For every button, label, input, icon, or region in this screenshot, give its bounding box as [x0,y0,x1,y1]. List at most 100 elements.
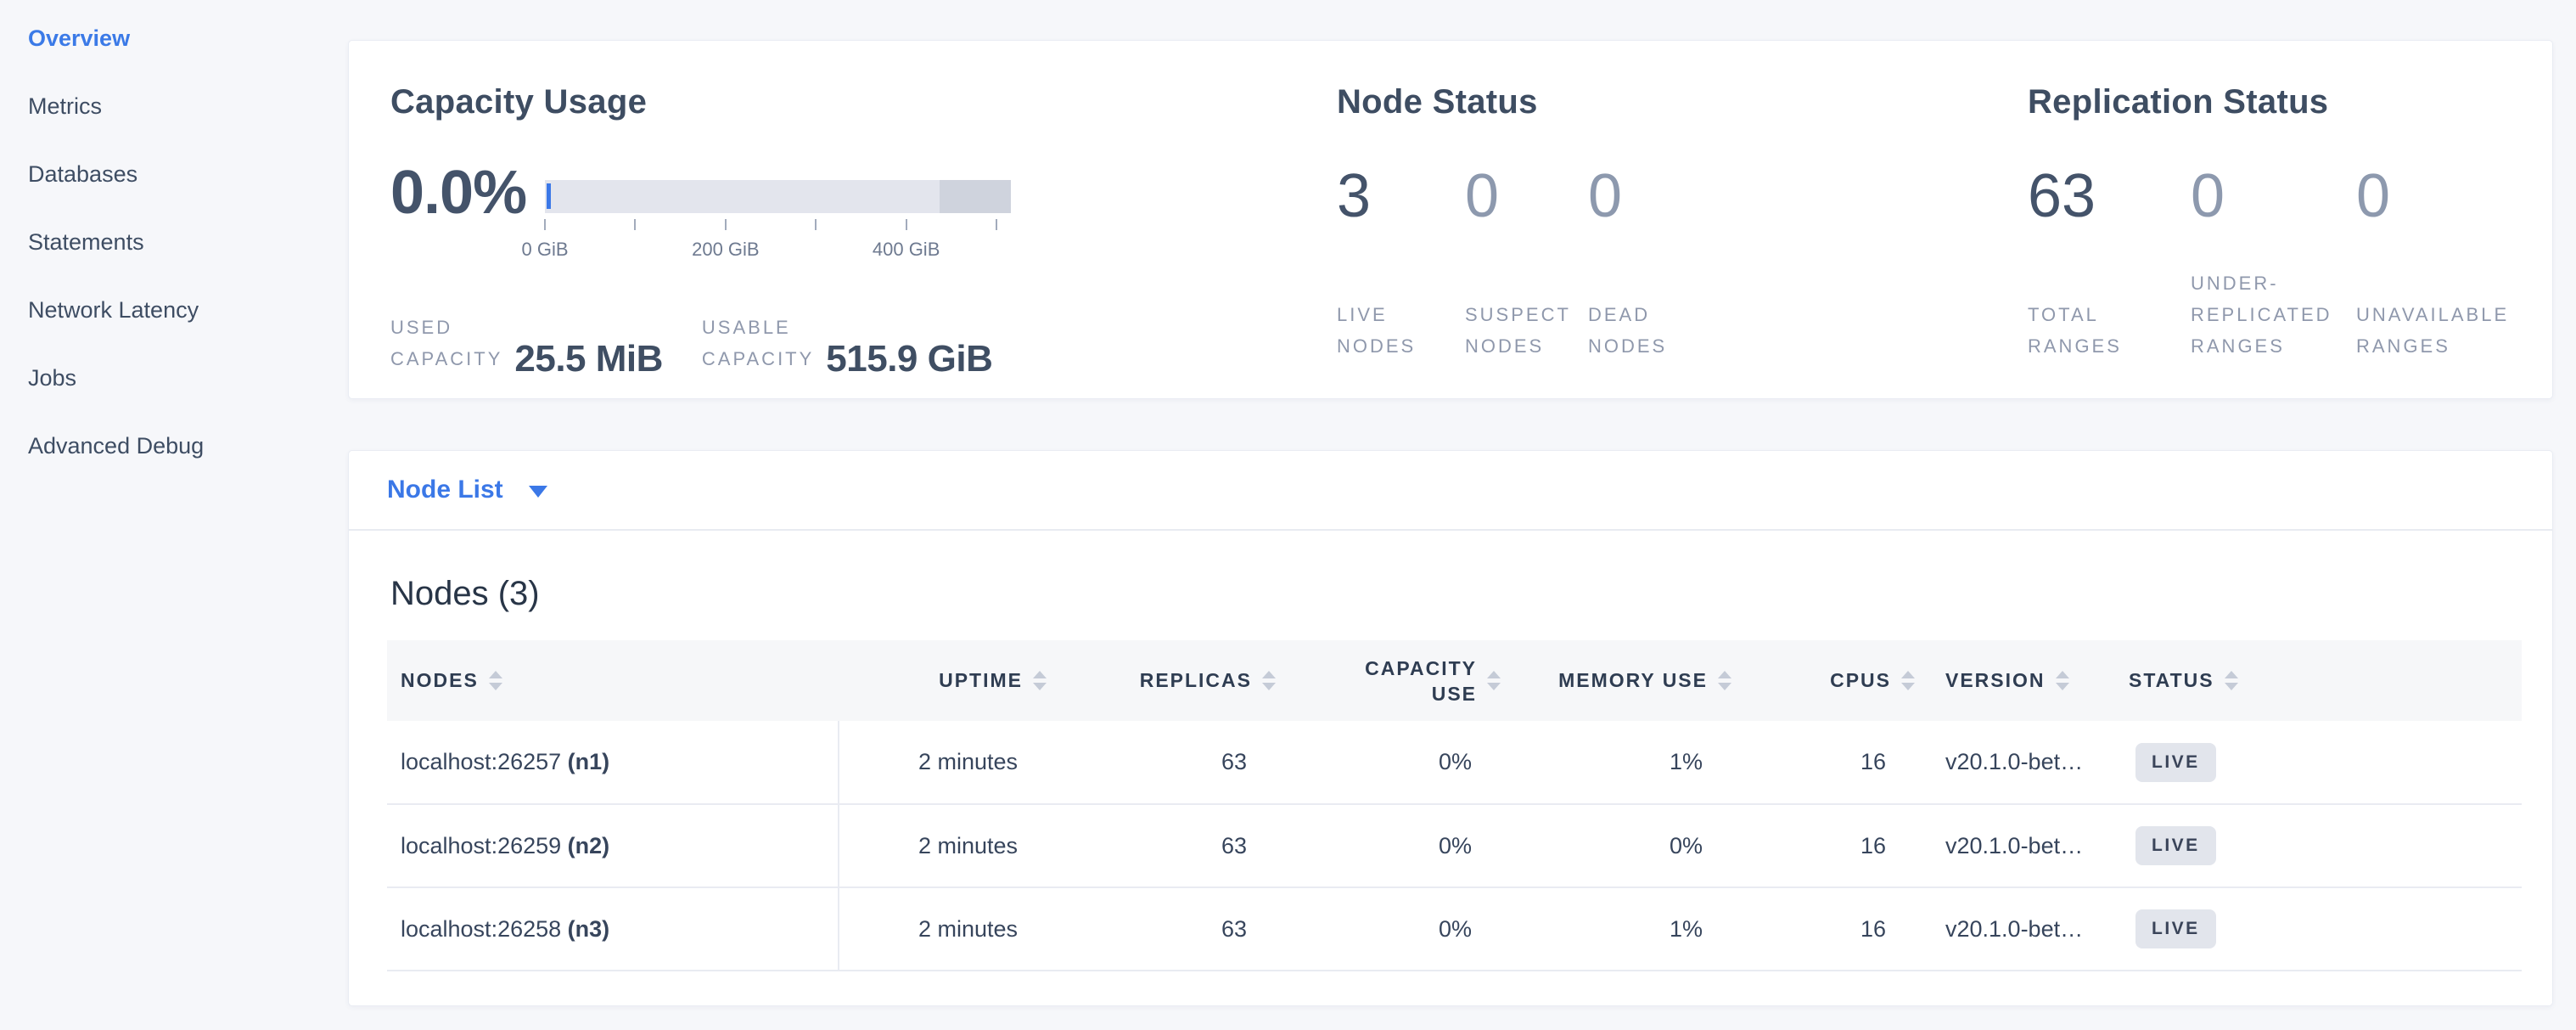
sidebar-item-databases[interactable]: Databases [0,140,346,208]
stat-label-line: RANGES [2191,330,2356,362]
stat-label-line: RANGES [2028,330,2191,362]
node-list-dropdown-label: Node List [387,476,503,504]
status-cell: LIVE [2102,804,2522,887]
capacity-use-cell: 0% [1274,721,1520,804]
stat-label-line: LIVE [1337,299,1465,330]
column-header-label: CAPACITY USE [1350,656,1477,706]
node-cell: localhost:26258 (n3) [387,887,839,971]
table-row[interactable]: localhost:26259 (n2) 2 minutes 63 0% 0% … [387,804,2522,887]
version-cell: v20.1.0-bet… [1915,887,2102,971]
capacity-used-tick [547,183,551,209]
nodes-table: NODES UPTIME REPLICAS CAPACITY USE MEMOR… [387,640,2522,971]
capacity-gauge: 0 GiB 200 GiB 400 GiB [545,180,1011,264]
sidebar-item-network-latency[interactable]: Network Latency [0,276,346,344]
cluster-summary-card: Capacity Usage 0.0% 0 GiB 200 GiB 400 Gi… [348,40,2553,399]
live-nodes-label: LIVE NODES [1337,299,1465,362]
column-header-label: CPUS [1830,669,1891,692]
sort-icon[interactable] [1262,671,1276,690]
sort-icon[interactable] [1487,671,1501,690]
version-cell: v20.1.0-bet… [1915,721,2102,804]
nodes-section-title: Nodes (3) [390,575,540,613]
suspect-nodes-stat: 0 SUSPECT NODES [1465,166,1588,362]
column-header-cpus[interactable]: CPUS [1732,640,1915,721]
cpus-cell: 16 [1732,721,1915,804]
memory-use-cell: 1% [1520,721,1732,804]
node-id: (n3) [568,916,610,942]
node-link[interactable]: localhost:26257 [401,749,561,774]
status-badge: LIVE [2135,743,2216,782]
used-capacity-label-line: CAPACITY [390,343,502,374]
table-row[interactable]: localhost:26257 (n1) 2 minutes 63 0% 1% … [387,721,2522,804]
sort-icon[interactable] [1718,671,1731,690]
capacity-use-cell: 0% [1274,804,1520,887]
dead-nodes-label: DEAD NODES [1588,299,1732,362]
column-header-label: NODES [401,669,479,692]
stat-label-line: UNDER- [2191,267,2356,299]
sidebar: Overview Metrics Databases Statements Ne… [0,4,346,480]
version-cell: v20.1.0-bet… [1915,804,2102,887]
total-ranges-label: TOTAL RANGES [2028,299,2191,362]
uptime-cell: 2 minutes [839,804,1058,887]
stat-label-line: NODES [1465,330,1588,362]
capacity-metrics-row: USED CAPACITY 25.5 MiB USABLE CAPACITY 5… [390,312,992,374]
sort-icon[interactable] [1033,671,1047,690]
memory-use-cell: 1% [1520,887,1732,971]
node-id: (n2) [568,833,610,858]
total-ranges-count: 63 [2028,166,2191,226]
chevron-down-icon [529,486,547,498]
column-header-uptime[interactable]: UPTIME [839,640,1058,721]
replicas-cell: 63 [1058,804,1274,887]
node-link[interactable]: localhost:26258 [401,916,561,942]
status-cell: LIVE [2102,887,2522,971]
cockroachdb-admin-overview-page: { "colors": { "accent_blue": "#3b78e7", … [0,0,2576,1030]
column-header-status[interactable]: STATUS [2102,640,2522,721]
sidebar-item-metrics[interactable]: Metrics [0,72,346,140]
live-nodes-count: 3 [1337,166,1465,226]
column-header-capacity-use[interactable]: CAPACITY USE [1274,640,1520,721]
axis-tick [815,219,817,230]
replication-status-title: Replication Status [2028,83,2328,121]
stat-label-line: UNAVAILABLE [2356,299,2534,330]
axis-tick-label: 400 GiB [873,239,940,261]
replicas-cell: 63 [1058,887,1274,971]
used-capacity-label-line: USED [390,312,502,343]
cpus-cell: 16 [1732,887,1915,971]
node-list-dropdown[interactable]: Node List [387,451,547,529]
column-header-label: VERSION [1945,669,2046,692]
suspect-nodes-count: 0 [1465,166,1588,226]
column-header-label: MEMORY USE [1558,669,1708,692]
live-nodes-stat: 3 LIVE NODES [1337,166,1465,362]
uptime-cell: 2 minutes [839,721,1058,804]
node-list-card: Node List Nodes (3) NODES UPTIME REPLICA… [348,450,2553,1006]
sidebar-item-jobs[interactable]: Jobs [0,344,346,412]
sort-icon[interactable] [489,671,502,690]
replicas-cell: 63 [1058,721,1274,804]
usable-capacity-label-line: USABLE [702,312,814,343]
table-row[interactable]: localhost:26258 (n3) 2 minutes 63 0% 1% … [387,887,2522,971]
status-badge: LIVE [2135,909,2216,948]
node-link[interactable]: localhost:26259 [401,833,561,858]
cpus-cell: 16 [1732,804,1915,887]
sort-icon[interactable] [2225,671,2238,690]
column-header-nodes[interactable]: NODES [387,640,839,721]
stat-label-line: SUSPECT [1465,299,1588,330]
node-status-title: Node Status [1337,83,1538,121]
sidebar-item-statements[interactable]: Statements [0,208,346,276]
sort-icon[interactable] [2056,671,2069,690]
column-header-version[interactable]: VERSION [1915,640,2102,721]
unavailable-ranges-count: 0 [2356,166,2534,226]
stat-label-line: DEAD [1588,299,1732,330]
sort-icon[interactable] [1901,671,1915,690]
column-header-memory-use[interactable]: MEMORY USE [1520,640,1732,721]
column-header-label: STATUS [2129,669,2214,692]
sidebar-item-advanced-debug[interactable]: Advanced Debug [0,412,346,480]
sidebar-item-overview[interactable]: Overview [0,4,346,72]
node-cell: localhost:26259 (n2) [387,804,839,887]
memory-use-cell: 0% [1520,804,1732,887]
column-header-replicas[interactable]: REPLICAS [1058,640,1274,721]
total-ranges-stat: 63 TOTAL RANGES [2028,166,2191,362]
unavailable-ranges-stat: 0 UNAVAILABLE RANGES [2356,166,2534,362]
usable-capacity-label-line: CAPACITY [702,343,814,374]
axis-tick [544,219,546,230]
status-badge: LIVE [2135,826,2216,865]
